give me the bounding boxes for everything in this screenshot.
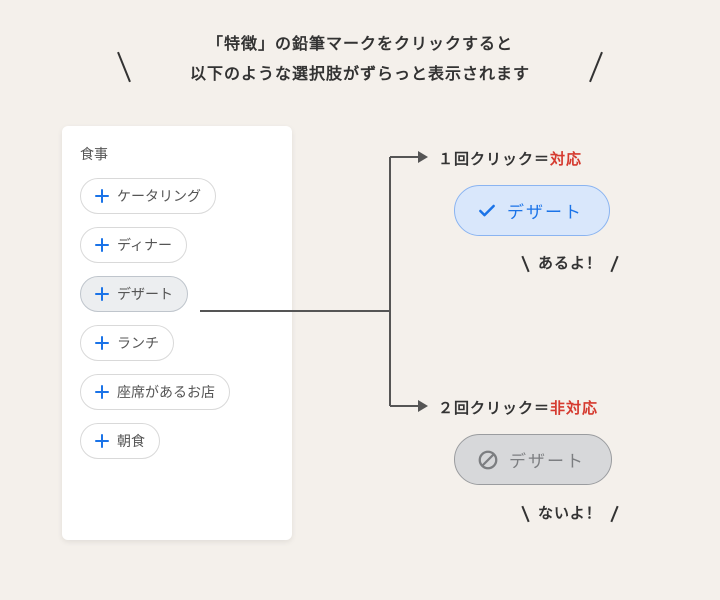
option-chip[interactable]: 朝食 xyxy=(80,423,160,459)
panel-title: 食事 xyxy=(80,144,274,164)
arrow-icon xyxy=(418,151,428,163)
option-label: 朝食 xyxy=(117,431,145,451)
decorative-slash xyxy=(117,52,131,82)
plus-icon xyxy=(95,336,109,350)
plus-icon xyxy=(95,287,109,301)
decorative-slash xyxy=(589,52,603,82)
decorative-slash xyxy=(610,256,618,273)
plus-icon xyxy=(95,385,109,399)
option-chip-active[interactable]: デザート xyxy=(80,276,188,312)
exclaim-off-text: ないよ！ xyxy=(538,505,602,522)
decorative-slash xyxy=(521,506,529,523)
header-line2: 以下のような選択肢がずらっと表示されます xyxy=(190,66,530,83)
result-off-prefix: ２回クリック＝ xyxy=(438,400,550,417)
exclaim-on-text: あるよ！ xyxy=(538,255,602,272)
result-on-label: １回クリック＝対応 xyxy=(438,148,582,169)
option-chip[interactable]: ランチ xyxy=(80,325,174,361)
option-label: ランチ xyxy=(117,333,159,353)
check-icon xyxy=(477,201,497,221)
header-caption: 「特徴」の鉛筆マークをクリックすると 以下のような選択肢がずらっと表示されます xyxy=(0,0,720,91)
option-label: デザート xyxy=(117,284,173,304)
state-chip-on[interactable]: デザート xyxy=(454,185,610,236)
decorative-slash xyxy=(521,256,529,273)
ban-icon xyxy=(477,449,499,471)
plus-icon xyxy=(95,238,109,252)
option-label: 座席があるお店 xyxy=(117,382,215,402)
plus-icon xyxy=(95,434,109,448)
arrow-icon xyxy=(418,400,428,412)
header-line1: 「特徴」の鉛筆マークをクリックすると xyxy=(207,36,513,53)
option-chip[interactable]: ケータリング xyxy=(80,178,216,214)
decorative-slash xyxy=(610,506,618,523)
state-chip-off[interactable]: デザート xyxy=(454,434,612,485)
exclaim-on: あるよ！ xyxy=(517,252,623,273)
exclaim-off: ないよ！ xyxy=(517,502,623,523)
option-chip[interactable]: ディナー xyxy=(80,227,187,263)
state-chip-off-text: デザート xyxy=(509,447,585,472)
option-label: ケータリング xyxy=(117,186,201,206)
result-on-prefix: １回クリック＝ xyxy=(438,151,550,168)
plus-icon xyxy=(95,189,109,203)
result-off-label: ２回クリック＝非対応 xyxy=(438,397,598,418)
option-label: ディナー xyxy=(117,235,172,255)
options-panel: 食事 ケータリング ディナー デザート ランチ 座席があるお店 朝食 xyxy=(62,126,292,540)
result-off-status: 非対応 xyxy=(550,400,598,417)
option-chip[interactable]: 座席があるお店 xyxy=(80,374,230,410)
result-on-status: 対応 xyxy=(550,151,582,168)
state-chip-on-text: デザート xyxy=(507,198,583,223)
